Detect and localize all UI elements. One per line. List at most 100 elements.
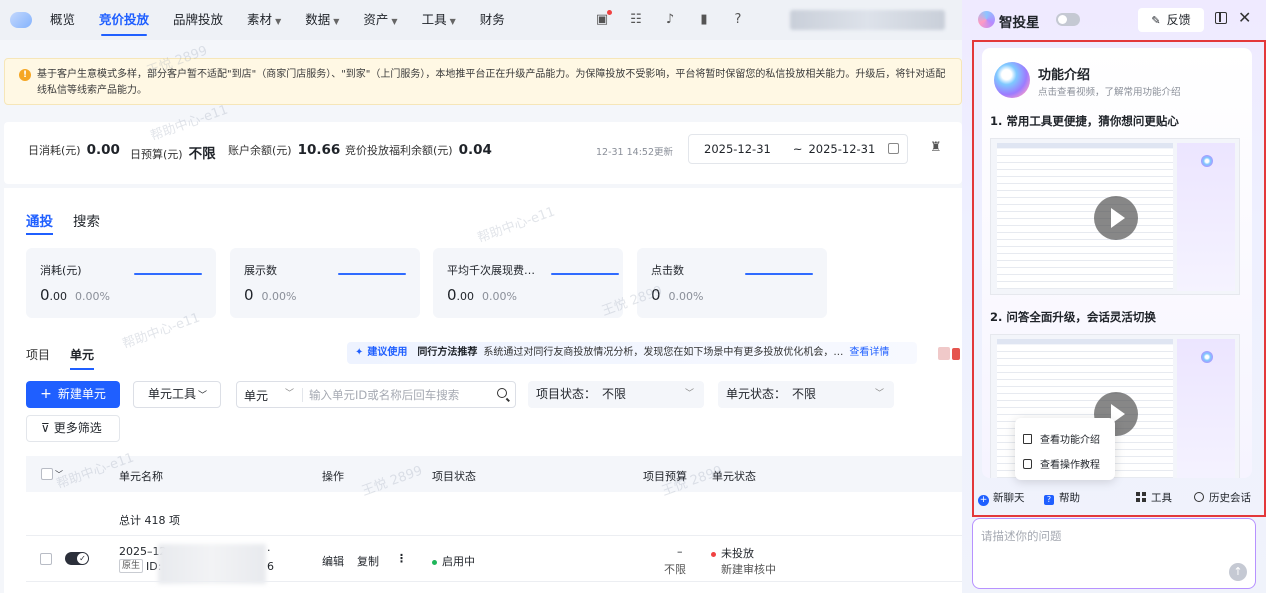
nav-item-assets[interactable]: 资产 ▼ (351, 0, 409, 40)
tab-project[interactable]: 项目 (26, 346, 50, 370)
metric-change: 0.00% (75, 290, 110, 303)
document-icon[interactable]: ▮ (696, 12, 712, 28)
nav-label: 竞价投放 (99, 12, 150, 27)
nav-item-tools[interactable]: 工具 ▼ (410, 0, 468, 40)
caret-down-icon: ▼ (333, 17, 340, 26)
budget-dash: – (677, 545, 683, 558)
chevron-down-icon: ﹀ (874, 389, 884, 399)
date-end: 2025-12-31 (808, 142, 876, 156)
grid-icon[interactable]: ☷ (628, 12, 644, 28)
project-status-text: 启用中 (442, 555, 475, 568)
col-unit-name: 单元名称 (119, 470, 163, 483)
upgrade-notice: ! 基于客户生意模式多样，部分客户暂不适配"到店"（商家门店服务）、"到家"（上… (4, 58, 962, 105)
copy-link[interactable]: 复制 (357, 553, 379, 569)
nav-item-material[interactable]: 素材 ▼ (235, 0, 293, 40)
assistant-title: 智投星 (999, 15, 1040, 31)
delivery-tabs: 通投 搜索 (26, 210, 120, 235)
new-unit-button[interactable]: + 新建单元 (26, 381, 120, 408)
promo-badge-icon[interactable] (934, 344, 962, 364)
lamp-icon[interactable]: ♜ (930, 140, 942, 155)
tools-button[interactable]: 工具 (1136, 490, 1172, 505)
assistant-logo-icon (978, 11, 995, 28)
close-icon[interactable]: ✕ (1238, 8, 1251, 28)
metric-sparkline (745, 273, 813, 275)
view-feature-intro-item[interactable]: 查看功能介绍 (1023, 431, 1100, 446)
divider (26, 535, 962, 536)
help-button[interactable]: ? 帮助 (1044, 490, 1080, 505)
nav-item-bidding[interactable]: 竞价投放 (87, 0, 161, 40)
history-button[interactable]: 历史会话 (1194, 490, 1251, 505)
app-logo[interactable] (0, 0, 38, 40)
unit-status-filter[interactable]: 单元状态： 不限 ﹀ (718, 381, 894, 408)
nav-label: 品牌投放 (173, 12, 224, 27)
search-input[interactable] (309, 385, 489, 404)
bell-icon[interactable]: ♪ (662, 12, 678, 28)
select-all-checkbox[interactable] (41, 468, 53, 480)
metric-name: 消耗(元) (40, 264, 82, 277)
metric-dec: .00 (456, 290, 475, 303)
project-status-filter[interactable]: 项目状态： 不限 ﹀ (528, 381, 704, 408)
search-icon[interactable] (497, 388, 507, 398)
metric-int: 0 (447, 286, 457, 304)
gift-icon[interactable]: ▣ (594, 10, 612, 28)
filter-icon: ⊽ (41, 421, 50, 435)
tab-search[interactable]: 搜索 (73, 210, 100, 235)
nav-item-data[interactable]: 数据 ▼ (293, 0, 351, 40)
caret-down-icon: ▼ (449, 17, 456, 26)
metric-card-cpm[interactable]: 平均千次展现费用(元) 0.00 0.00% (433, 248, 623, 318)
metric-card-impressions[interactable]: 展示数 0 0.00% (230, 248, 420, 318)
metric-card-spend[interactable]: 消耗(元) 0.00 0.00% (26, 248, 216, 318)
play-icon[interactable] (1094, 196, 1138, 240)
nav-item-finance[interactable]: 财务 (468, 0, 517, 40)
stat-value: 10.66 (297, 142, 341, 158)
send-icon[interactable]: ↑ (1229, 563, 1247, 581)
nav-label: 素材 (247, 12, 273, 27)
metric-change: 0.00% (482, 290, 517, 303)
chevron-down-icon[interactable]: ﹀ (55, 469, 63, 480)
metric-value: 0 0.00% (651, 286, 704, 304)
tab-unit[interactable]: 单元 (70, 346, 95, 370)
project-budget: 不限 (664, 563, 686, 576)
help-icon[interactable]: ? (730, 12, 746, 28)
filter-value: 不限 (602, 387, 627, 401)
metric-card-clicks[interactable]: 点击数 0 0.00% (637, 248, 827, 318)
feedback-button[interactable]: ✎ 反馈 (1138, 8, 1204, 32)
row-checkbox[interactable] (40, 553, 52, 565)
metric-sparkline (134, 273, 202, 275)
date-range-picker[interactable]: 2025-12-31 ~ 2025-12-31 (688, 134, 908, 164)
new-chat-button[interactable]: + 新聊天 (978, 490, 1025, 506)
stat-daily-budget[interactable]: 日预算(元) 不限 (130, 142, 216, 162)
more-filters-button[interactable]: ⊽ 更多筛选 (26, 415, 120, 442)
stat-label: 日消耗(元) (28, 144, 81, 157)
tab-general[interactable]: 通投 (26, 210, 53, 235)
help-icon: ? (1044, 495, 1054, 505)
metric-int: 0 (651, 286, 661, 304)
assistant-toggle-switch[interactable] (1056, 13, 1080, 26)
question-input-box: ↑ (972, 518, 1256, 589)
edit-link[interactable]: 编辑 (322, 553, 344, 569)
account-info-blurred[interactable] (790, 10, 945, 30)
unit-toggle-switch[interactable] (65, 552, 89, 565)
search-type-select[interactable]: 单元 (244, 387, 268, 404)
view-details-link[interactable]: 查看详情 (849, 347, 889, 358)
unit-tools-dropdown[interactable]: 单元工具 ﹀ (133, 381, 221, 408)
question-input[interactable] (981, 528, 1221, 568)
view-tutorial-item[interactable]: 查看操作教程 (1023, 456, 1100, 471)
metric-change: 0.00% (668, 290, 704, 303)
nav-icons: ▣ ☷ ♪ ▮ ? (594, 0, 764, 40)
metric-sparkline (338, 273, 406, 275)
calendar-icon (888, 143, 899, 154)
nav-item-overview[interactable]: 概览 (38, 0, 87, 40)
video-thumbnail-1[interactable] (990, 138, 1240, 295)
main-panel: 通投 搜索 消耗(元) 0.00 0.00% 展示数 0 0.00% 平均千次展现费… (4, 188, 962, 593)
nav-label: 数据 (305, 12, 331, 27)
top-nav: 概览 竞价投放 品牌投放 素材 ▼ 数据 ▼ 资产 ▼ 工具 ▼ 财务 ▣ ☷ ♪ ▮ … (0, 0, 962, 40)
sidebar-collapse-icon[interactable] (1215, 12, 1227, 24)
warning-icon: ! (19, 69, 31, 81)
metric-change: 0.00% (261, 290, 297, 303)
more-vertical-icon[interactable]: ⋮ (396, 552, 407, 565)
unit-status-sub: 新建审核中 (721, 563, 776, 576)
thumb-bar (997, 143, 1173, 148)
nav-item-brand[interactable]: 品牌投放 (161, 0, 235, 40)
metric-name: 展示数 (244, 264, 277, 277)
